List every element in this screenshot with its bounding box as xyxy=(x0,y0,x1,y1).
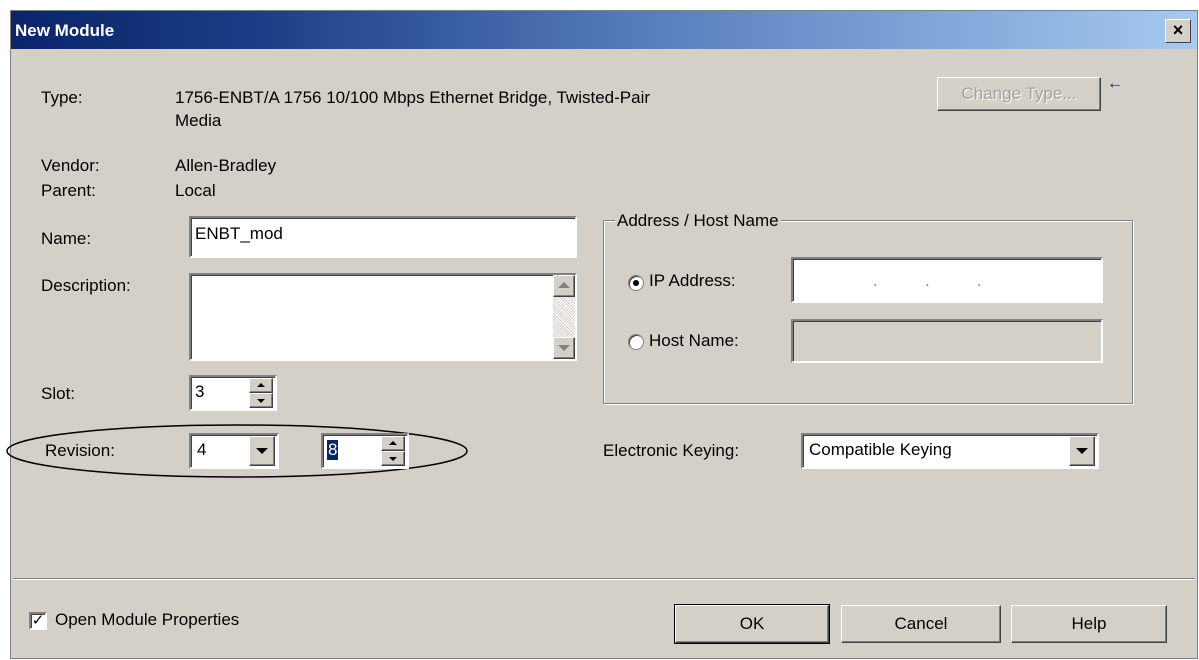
name-label: Name: xyxy=(41,229,92,248)
slot-value: 3 xyxy=(195,382,205,401)
help-button[interactable]: Help xyxy=(1011,605,1167,643)
host-name-label: Host Name: xyxy=(649,331,739,350)
arrow-down-icon xyxy=(257,399,265,403)
arrow-up-icon xyxy=(257,383,265,387)
revision-minor-up-button[interactable] xyxy=(381,436,405,451)
open-module-properties-label: Open Module Properties xyxy=(55,610,240,629)
host-name-radio[interactable] xyxy=(628,334,644,350)
ip-address-field[interactable]: . . . xyxy=(791,257,1103,303)
parent-value: Local xyxy=(175,181,216,200)
description-scrollbar[interactable] xyxy=(553,275,575,359)
revision-minor-down-button[interactable] xyxy=(381,451,405,466)
revision-major-value: 4 xyxy=(197,440,207,459)
description-field[interactable] xyxy=(189,273,577,361)
electronic-keying-label: Electronic Keying: xyxy=(603,441,740,460)
host-name-field[interactable] xyxy=(791,319,1103,363)
address-group-title: Address / Host Name xyxy=(615,211,781,231)
new-module-dialog: New Module × Type: 1756-ENBT/A 1756 10/1… xyxy=(6,10,1198,659)
window-title: New Module xyxy=(15,21,115,40)
electronic-keying-value: Compatible Keying xyxy=(809,440,952,459)
chevron-down-icon xyxy=(256,448,268,454)
vendor-label: Vendor: xyxy=(41,156,100,175)
title-bar: New Module × xyxy=(11,11,1197,49)
cancel-button[interactable]: Cancel xyxy=(841,605,1001,643)
parent-label: Parent: xyxy=(41,181,96,200)
revision-major-dropdown-button[interactable] xyxy=(249,436,275,466)
ip-address-radio[interactable] xyxy=(628,275,644,291)
change-type-label: Change Type... xyxy=(961,84,1077,103)
address-host-groupbox xyxy=(603,220,1133,404)
separator-line xyxy=(13,578,1195,580)
ip-address-label: IP Address: xyxy=(649,271,736,290)
slot-up-button[interactable] xyxy=(249,378,273,393)
slot-label: Slot: xyxy=(41,384,76,403)
ok-button[interactable]: OK xyxy=(674,604,830,644)
radio-selected-dot xyxy=(633,280,639,286)
description-label: Description: xyxy=(41,276,131,295)
slot-spinner[interactable]: 3 xyxy=(189,375,277,411)
chevron-down-icon xyxy=(1076,448,1088,454)
arrow-down-icon xyxy=(389,457,397,461)
arrow-down-icon xyxy=(558,345,570,351)
change-type-button: Change Type... xyxy=(937,77,1101,111)
name-field[interactable]: ENBT_mod xyxy=(189,216,577,258)
close-icon[interactable]: × xyxy=(1165,19,1191,43)
open-module-properties-checkbox[interactable]: ✓ xyxy=(29,612,47,630)
name-field-value: ENBT_mod xyxy=(195,224,283,243)
slot-down-button[interactable] xyxy=(249,393,273,408)
type-label: Type: xyxy=(41,88,83,107)
scroll-down-button[interactable] xyxy=(553,337,575,359)
electronic-keying-select[interactable]: Compatible Keying xyxy=(801,433,1099,469)
electronic-keying-dropdown-button[interactable] xyxy=(1069,436,1095,466)
revision-label: Revision: xyxy=(45,441,115,460)
type-value-line2: Media xyxy=(175,111,222,130)
vendor-value: Allen-Bradley xyxy=(175,156,277,175)
scroll-up-button[interactable] xyxy=(553,275,575,297)
ip-address-value: . . . xyxy=(873,271,982,290)
revision-minor-value: 8 xyxy=(327,440,339,460)
type-value-line1: 1756-ENBT/A 1756 10/100 Mbps Ethernet Br… xyxy=(175,88,651,107)
arrow-up-icon xyxy=(389,441,397,445)
arrow-up-icon xyxy=(558,282,570,288)
checkmark-icon: ✓ xyxy=(31,612,45,629)
arrow-left-icon: ← xyxy=(1107,75,1123,92)
revision-minor-spinner[interactable]: 8 xyxy=(321,433,409,469)
revision-major-select[interactable]: 4 xyxy=(189,433,279,469)
